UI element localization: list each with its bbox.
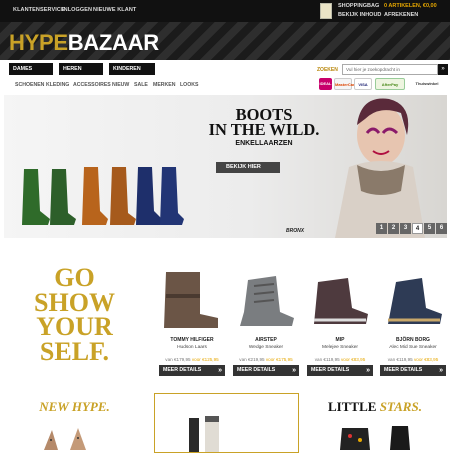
thuiswinkel-icon: Thuiswinkel bbox=[408, 78, 446, 90]
product-brand-1: TOMMY HILFIGER bbox=[170, 337, 214, 343]
boots-image bbox=[22, 167, 184, 225]
slide-1-button[interactable]: 1 bbox=[376, 223, 387, 234]
product-image-3[interactable] bbox=[308, 268, 372, 332]
slide-5-button[interactable]: 5 bbox=[424, 223, 435, 234]
arrow-right-icon: » bbox=[218, 367, 222, 374]
product-price-2: van €219,95 voor €175,95 bbox=[231, 357, 301, 362]
nav-schoenen[interactable]: SCHOENEN bbox=[15, 82, 44, 88]
cart-summary: 0 ARTIKELEN, €0,00 bbox=[384, 3, 437, 9]
new-customer-link[interactable]: NIEUWE KLANT bbox=[93, 7, 136, 13]
product-brand-3: MIP bbox=[335, 337, 345, 343]
old-price: van €179,95 bbox=[165, 357, 191, 362]
little-stars-image[interactable] bbox=[338, 422, 428, 450]
old-price: van €219,95 bbox=[239, 357, 265, 362]
arrow-right-icon: » bbox=[366, 367, 370, 374]
customer-service-link[interactable]: KLANTENSERVICE bbox=[13, 7, 65, 13]
slide-2-button[interactable]: 2 bbox=[388, 223, 399, 234]
hero-title: BOOTS IN THE WILD. bbox=[204, 106, 324, 139]
old-price: van €119,95 bbox=[387, 357, 413, 362]
search-button[interactable]: » bbox=[438, 64, 448, 75]
sale-price: voor €83,95 bbox=[340, 357, 366, 362]
product-image-1[interactable] bbox=[160, 268, 224, 332]
afterpay-icon: AfterPay bbox=[375, 78, 405, 90]
sale-price: voor €125,95 bbox=[191, 357, 219, 362]
hero-caption: BRONX bbox=[286, 228, 305, 234]
promo-line4: SELF. bbox=[39, 336, 110, 366]
product-price-4: van €119,95 voor €83,95 bbox=[378, 357, 448, 362]
logo-part1: HYPE bbox=[9, 30, 68, 55]
arrow-right-icon: » bbox=[439, 367, 443, 374]
hero-banner[interactable]: BOOTS IN THE WILD. ENKELLAARZEN BEKIJK H… bbox=[4, 95, 447, 238]
login-link[interactable]: INLOGGEN bbox=[62, 7, 92, 13]
visa-icon: VISA bbox=[354, 78, 372, 90]
details-label: MEER DETAILS bbox=[384, 367, 423, 373]
details-label: MEER DETAILS bbox=[163, 367, 202, 373]
nav-sale[interactable]: SALE bbox=[134, 82, 148, 88]
model-image bbox=[335, 98, 425, 238]
details-label: MEER DETAILS bbox=[237, 367, 276, 373]
promo-line1: GO bbox=[54, 263, 95, 292]
product-details-button-2[interactable]: MEER DETAILS » bbox=[233, 365, 299, 376]
product-price-3: van €119,95 voor €83,95 bbox=[305, 357, 375, 362]
product-image-2[interactable] bbox=[234, 268, 298, 332]
product-image-4[interactable] bbox=[382, 268, 446, 332]
nav-accessoires[interactable]: ACCESSOIRES bbox=[73, 82, 111, 88]
hero-cta-button[interactable]: BEKIJK HIER bbox=[216, 162, 280, 173]
featured-box[interactable] bbox=[154, 393, 299, 453]
new-hype-heading[interactable]: NEW HYPE. bbox=[22, 399, 127, 415]
product-name-4: Alec Mid Sue Sneaker bbox=[389, 345, 437, 350]
hero-subtitle: ENKELLAARZEN bbox=[235, 140, 293, 147]
nav-merken[interactable]: MERKEN bbox=[153, 82, 175, 88]
product-details-button-3[interactable]: MEER DETAILS » bbox=[307, 365, 373, 376]
cart-title: SHOPPINGBAG bbox=[338, 3, 380, 9]
nav-kleding[interactable]: KLEDING bbox=[46, 82, 69, 88]
featured-boot-image bbox=[189, 416, 219, 452]
slide-4-button[interactable]: 4 bbox=[412, 223, 423, 234]
product-details-button-1[interactable]: MEER DETAILS » bbox=[159, 365, 225, 376]
product-brand-4: BJÖRN BORG bbox=[396, 337, 430, 343]
nav-nieuw[interactable]: NIEUW bbox=[112, 82, 129, 88]
product-name-1: Hudson Laars bbox=[177, 345, 207, 350]
little-word: LITTLE bbox=[328, 399, 377, 414]
category-heren[interactable]: HEREN bbox=[59, 63, 103, 75]
logo-part2: BAZAAR bbox=[67, 30, 159, 55]
product-name-2: Wedge Sneaker bbox=[248, 345, 284, 350]
sale-price: voor €175,95 bbox=[265, 357, 293, 362]
little-stars-heading[interactable]: LITTLE STARS. bbox=[320, 399, 430, 415]
category-kinderen[interactable]: KINDEREN bbox=[109, 63, 155, 75]
product-brand-2: AIRSTEP bbox=[255, 337, 277, 343]
product-price-1: van €179,95 voor €125,95 bbox=[157, 357, 227, 362]
logo[interactable]: HYPEBAZAAR bbox=[9, 31, 159, 55]
nav-looks[interactable]: LOOKS bbox=[180, 82, 198, 88]
hero-title-line2: IN THE WILD. bbox=[208, 120, 320, 139]
stars-word: STARS. bbox=[379, 399, 422, 414]
search-input[interactable]: Vul hier je zoekopdracht in bbox=[342, 64, 438, 75]
hero-cta-label: BEKIJK HIER bbox=[226, 164, 261, 170]
product-details-button-4[interactable]: MEER DETAILS » bbox=[380, 365, 446, 376]
category-dames[interactable]: DAMES bbox=[9, 63, 53, 75]
view-cart-link[interactable]: BEKIJK INHOUD bbox=[338, 12, 381, 18]
details-label: MEER DETAILS bbox=[311, 367, 350, 373]
product-name-3: Melejee Sneaker bbox=[322, 345, 358, 350]
arrow-right-icon: » bbox=[292, 367, 296, 374]
ideal-icon: iDEAL bbox=[319, 78, 332, 90]
search-label: ZOEKEN bbox=[317, 67, 338, 73]
slide-3-button[interactable]: 3 bbox=[400, 223, 411, 234]
promo-line3: YOUR bbox=[36, 312, 113, 341]
promo-headline: GO SHOW YOUR SELF. bbox=[22, 263, 127, 366]
old-price: van €119,95 bbox=[314, 357, 340, 362]
checkout-link[interactable]: AFREKENEN bbox=[384, 12, 418, 18]
top-bar: KLANTENSERVICE INLOGGEN NIEUWE KLANT SHO… bbox=[0, 0, 450, 22]
new-hype-image[interactable] bbox=[40, 424, 110, 450]
shopping-bag-icon[interactable] bbox=[320, 3, 332, 19]
sale-price: voor €83,95 bbox=[413, 357, 439, 362]
slide-6-button[interactable]: 6 bbox=[436, 223, 447, 234]
mastercard-icon: MasterCard bbox=[334, 78, 357, 90]
